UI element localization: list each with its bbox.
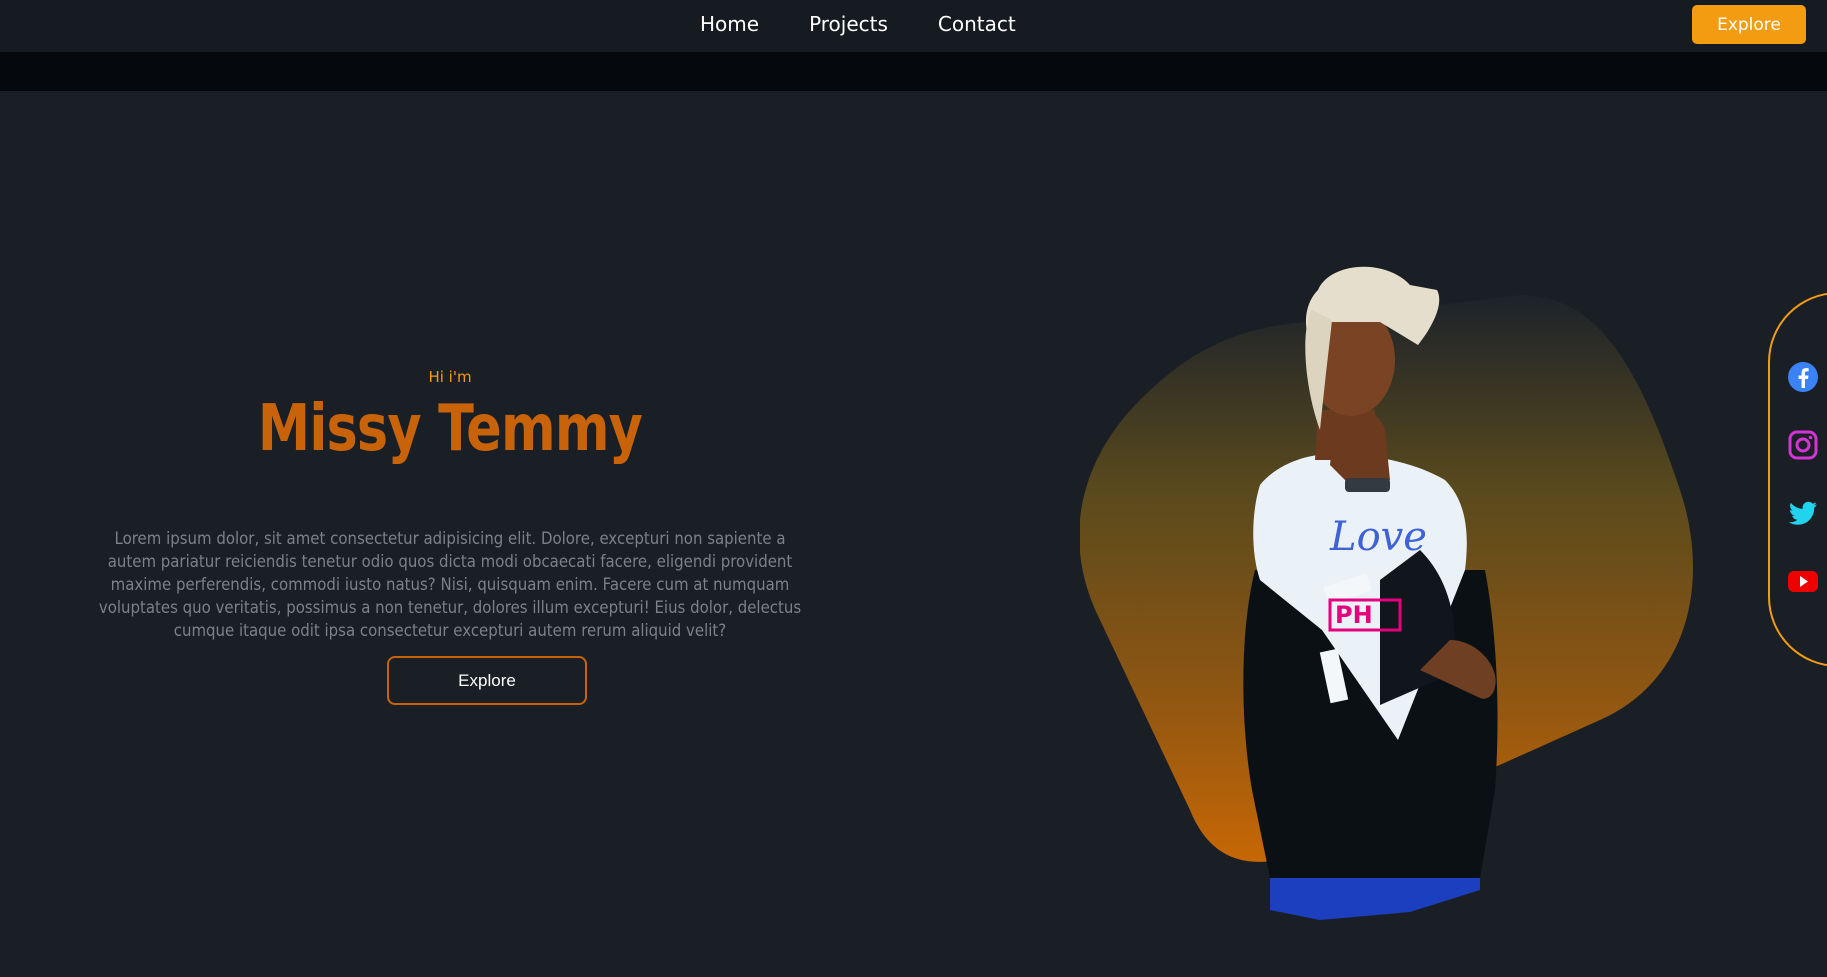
twitter-icon[interactable]	[1786, 496, 1820, 530]
nav-explore-button[interactable]: Explore	[1692, 5, 1806, 44]
portrait-watch	[1345, 478, 1390, 492]
facebook-icon[interactable]	[1786, 360, 1820, 394]
top-navbar: Home Projects Contact Explore	[0, 0, 1827, 52]
hero-description: Lorem ipsum dolor, sit amet consectetur …	[98, 529, 802, 641]
portrait-image: Love PH	[1080, 266, 1693, 920]
hero-explore-button[interactable]: Explore	[387, 656, 587, 705]
youtube-icon[interactable]	[1786, 564, 1820, 598]
nav-link-home[interactable]: Home	[700, 12, 759, 36]
portrait-shirt-text-love: Love	[1329, 514, 1427, 560]
nav-link-contact[interactable]: Contact	[938, 12, 1016, 36]
nav-links: Home Projects Contact	[700, 12, 1066, 36]
social-sidebar	[1768, 292, 1827, 667]
nav-link-projects[interactable]: Projects	[809, 12, 888, 36]
portrait-shirt-text-ph: PH	[1335, 601, 1373, 629]
instagram-icon[interactable]	[1786, 428, 1820, 462]
nav-subbar	[0, 52, 1827, 91]
hero-greeting: Hi i'm	[428, 368, 472, 386]
hero-name: Missy Temmy	[257, 392, 643, 466]
